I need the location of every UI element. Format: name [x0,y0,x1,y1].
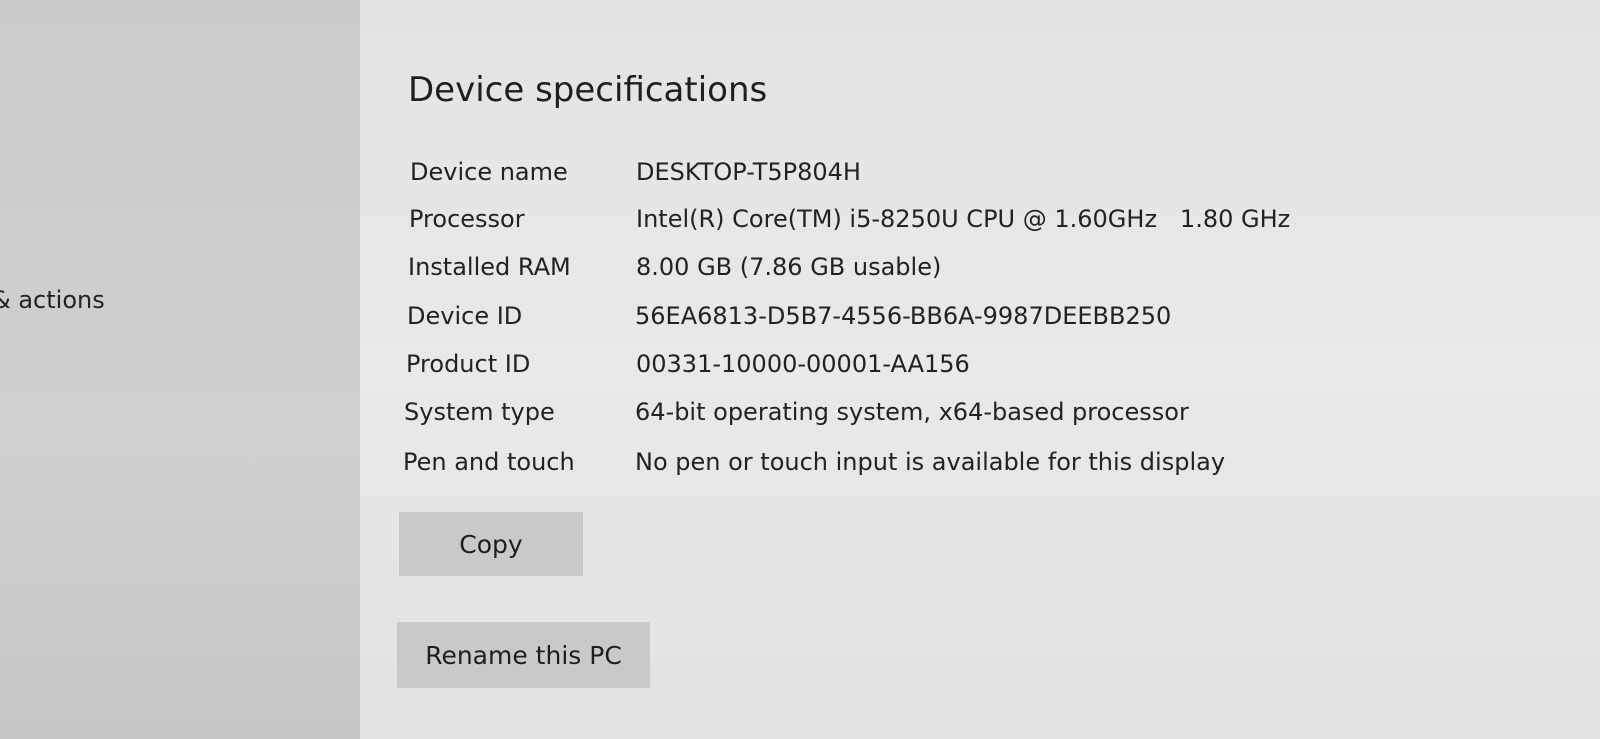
spec-value: DESKTOP-T5P804H [636,158,861,186]
rename-pc-button[interactable]: Rename this PC [397,622,650,688]
copy-button[interactable]: Copy [399,512,583,576]
spec-value: 8.00 GB (7.86 GB usable) [636,253,942,281]
page-title: Device specifications [408,70,768,110]
spec-label: System type [404,398,555,426]
spec-label: Device ID [407,302,523,330]
spec-value: 64-bit operating system, x64-based proce… [635,398,1189,426]
spec-row-device-id: Device ID 56EA6813-D5B7-4556-BB6A-9987DE… [407,302,1407,332]
spec-row-product-id: Product ID 00331-10000-00001-AA156 [406,350,1406,380]
about-panel: Device specifications Device name DESKTO… [360,0,1600,739]
spec-value: No pen or touch input is available for t… [635,448,1226,476]
spec-row-processor: Processor Intel(R) Core(TM) i5-8250U CPU… [409,205,1409,235]
spec-label: Processor [409,205,525,233]
spec-label: Product ID [406,350,531,378]
spec-value: 00331-10000-00001-AA156 [636,350,970,378]
spec-label: Installed RAM [408,253,571,281]
spec-label: Device name [410,158,568,186]
sidebar-item-notifications-actions[interactable]: & actions [0,286,105,314]
spec-row-pen-and-touch: Pen and touch No pen or touch input is a… [403,448,1403,478]
spec-label: Pen and touch [403,448,575,476]
spec-value: 56EA6813-D5B7-4556-BB6A-9987DEEBB250 [635,302,1172,330]
spec-row-installed-ram: Installed RAM 8.00 GB (7.86 GB usable) [408,253,1408,283]
settings-sidebar: & actions [0,0,360,739]
spec-value: Intel(R) Core(TM) i5-8250U CPU @ 1.60GHz… [636,205,1291,233]
spec-row-system-type: System type 64-bit operating system, x64… [404,398,1404,428]
spec-row-device-name: Device name DESKTOP-T5P804H [410,158,1410,188]
